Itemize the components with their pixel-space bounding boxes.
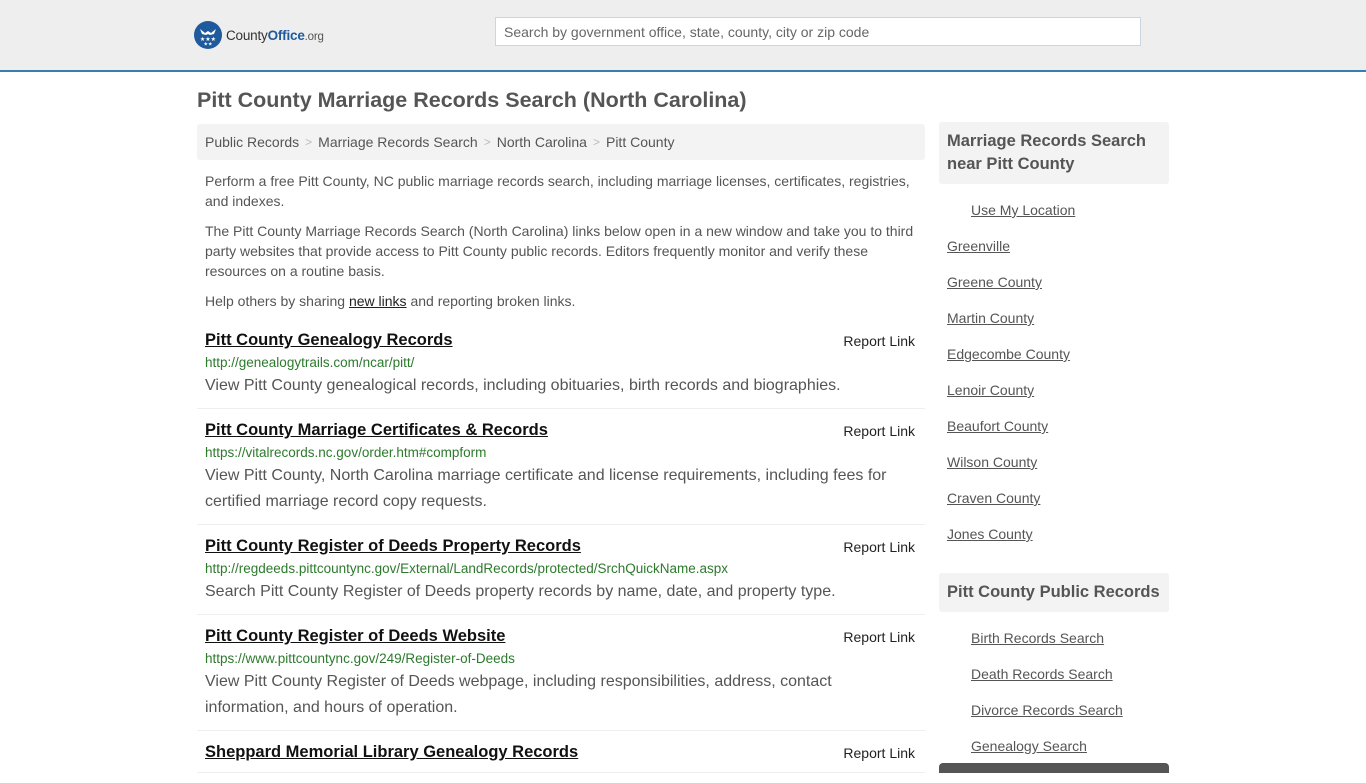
- result-description: Search Pitt County Register of Deeds pro…: [205, 583, 836, 600]
- result-title-link[interactable]: Pitt County Genealogy Records: [205, 329, 453, 351]
- result-description: View Pitt County genealogical records, i…: [205, 377, 841, 394]
- nearby-link-wilson-county[interactable]: Wilson County: [947, 452, 1161, 472]
- nearby-link-jones-county[interactable]: Jones County: [947, 524, 1161, 544]
- result-item: Pitt County Marriage Certificates & Reco…: [197, 419, 925, 525]
- breadcrumb-north-carolina[interactable]: North Carolina: [497, 134, 587, 150]
- intro-paragraph-2: The Pitt County Marriage Records Search …: [205, 223, 914, 279]
- result-title-link[interactable]: Pitt County Marriage Certificates & Reco…: [205, 419, 548, 441]
- result-item: Pitt County Register of Deeds Property R…: [197, 535, 925, 615]
- results-list: Pitt County Genealogy Records Report Lin…: [197, 329, 925, 773]
- breadcrumb: Public Records > Marriage Records Search…: [197, 124, 925, 160]
- site-logo[interactable]: ★★★ ★★ CountyOffice.org: [194, 21, 324, 49]
- search-input[interactable]: [495, 17, 1141, 46]
- result-description: View Pitt County, North Carolina marriag…: [205, 467, 887, 510]
- result-title-link[interactable]: Sheppard Memorial Library Genealogy Reco…: [205, 741, 578, 763]
- breadcrumb-separator: >: [483, 135, 491, 149]
- nearby-heading: Marriage Records Search near Pitt County: [939, 122, 1169, 184]
- nearby-link-martin-county[interactable]: Martin County: [947, 308, 1161, 328]
- result-item: Sheppard Memorial Library Genealogy Reco…: [197, 741, 925, 773]
- svg-text:★★: ★★: [204, 42, 213, 47]
- breadcrumb-pitt-county[interactable]: Pitt County: [606, 134, 674, 150]
- public-records-heading: Pitt County Public Records: [939, 573, 1169, 612]
- death-records-search-link[interactable]: Death Records Search: [947, 664, 1161, 684]
- intro-text-after: and reporting broken links.: [406, 293, 576, 309]
- eagle-stars-icon: ★★★ ★★: [194, 21, 222, 49]
- report-link-button[interactable]: Report Link: [843, 745, 915, 761]
- result-title-link[interactable]: Pitt County Register of Deeds Property R…: [205, 535, 581, 557]
- intro-text: Perform a free Pitt County, NC public ma…: [197, 171, 925, 311]
- nearby-list: Use My Location Greenville Greene County…: [939, 200, 1169, 544]
- page-title: Pitt County Marriage Records Search (Nor…: [197, 88, 747, 112]
- nearby-link-lenoir-county[interactable]: Lenoir County: [947, 380, 1161, 400]
- nearby-link-beaufort-county[interactable]: Beaufort County: [947, 416, 1161, 436]
- intro-text-before: Help others by sharing: [205, 293, 349, 309]
- report-link-button[interactable]: Report Link: [843, 423, 915, 439]
- sidebar: Marriage Records Search near Pitt County…: [939, 122, 1169, 773]
- nearby-link-craven-county[interactable]: Craven County: [947, 488, 1161, 508]
- main-content: Public Records > Marriage Records Search…: [197, 124, 925, 783]
- result-description: View Pitt County Register of Deeds webpa…: [205, 673, 832, 716]
- nearby-link-edgecombe-county[interactable]: Edgecombe County: [947, 344, 1161, 364]
- breadcrumb-marriage-records-search[interactable]: Marriage Records Search: [318, 134, 478, 150]
- breadcrumb-public-records[interactable]: Public Records: [205, 134, 299, 150]
- result-url: http://genealogytrails.com/ncar/pitt/: [205, 355, 415, 370]
- report-link-button[interactable]: Report Link: [843, 333, 915, 349]
- birth-records-search-link[interactable]: Birth Records Search: [947, 628, 1161, 648]
- result-url: https://www.pittcountync.gov/249/Registe…: [205, 651, 515, 666]
- site-header: ★★★ ★★ CountyOffice.org: [0, 0, 1366, 72]
- result-url: http://regdeeds.pittcountync.gov/Externa…: [205, 561, 729, 576]
- use-my-location-link[interactable]: Use My Location: [947, 200, 1161, 220]
- new-links-link[interactable]: new links: [349, 293, 407, 309]
- sidebar-dark-panel: [939, 763, 1169, 773]
- nearby-link-greenville[interactable]: Greenville: [947, 236, 1161, 256]
- breadcrumb-separator: >: [592, 135, 600, 149]
- result-item: Pitt County Genealogy Records Report Lin…: [197, 329, 925, 409]
- result-url: https://vitalrecords.nc.gov/order.htm#co…: [205, 445, 487, 460]
- breadcrumb-separator: >: [305, 135, 313, 149]
- intro-paragraph-1: Perform a free Pitt County, NC public ma…: [205, 173, 910, 209]
- report-link-button[interactable]: Report Link: [843, 629, 915, 645]
- genealogy-search-link[interactable]: Genealogy Search: [947, 736, 1161, 756]
- public-records-list: Birth Records Search Death Records Searc…: [939, 628, 1169, 756]
- result-item: Pitt County Register of Deeds Website Re…: [197, 625, 925, 731]
- nearby-link-greene-county[interactable]: Greene County: [947, 272, 1161, 292]
- intro-paragraph-3: Help others by sharing new links and rep…: [205, 291, 917, 311]
- result-title-link[interactable]: Pitt County Register of Deeds Website: [205, 625, 505, 647]
- divorce-records-search-link[interactable]: Divorce Records Search: [947, 700, 1161, 720]
- report-link-button[interactable]: Report Link: [843, 539, 915, 555]
- logo-text: CountyOffice.org: [226, 27, 324, 43]
